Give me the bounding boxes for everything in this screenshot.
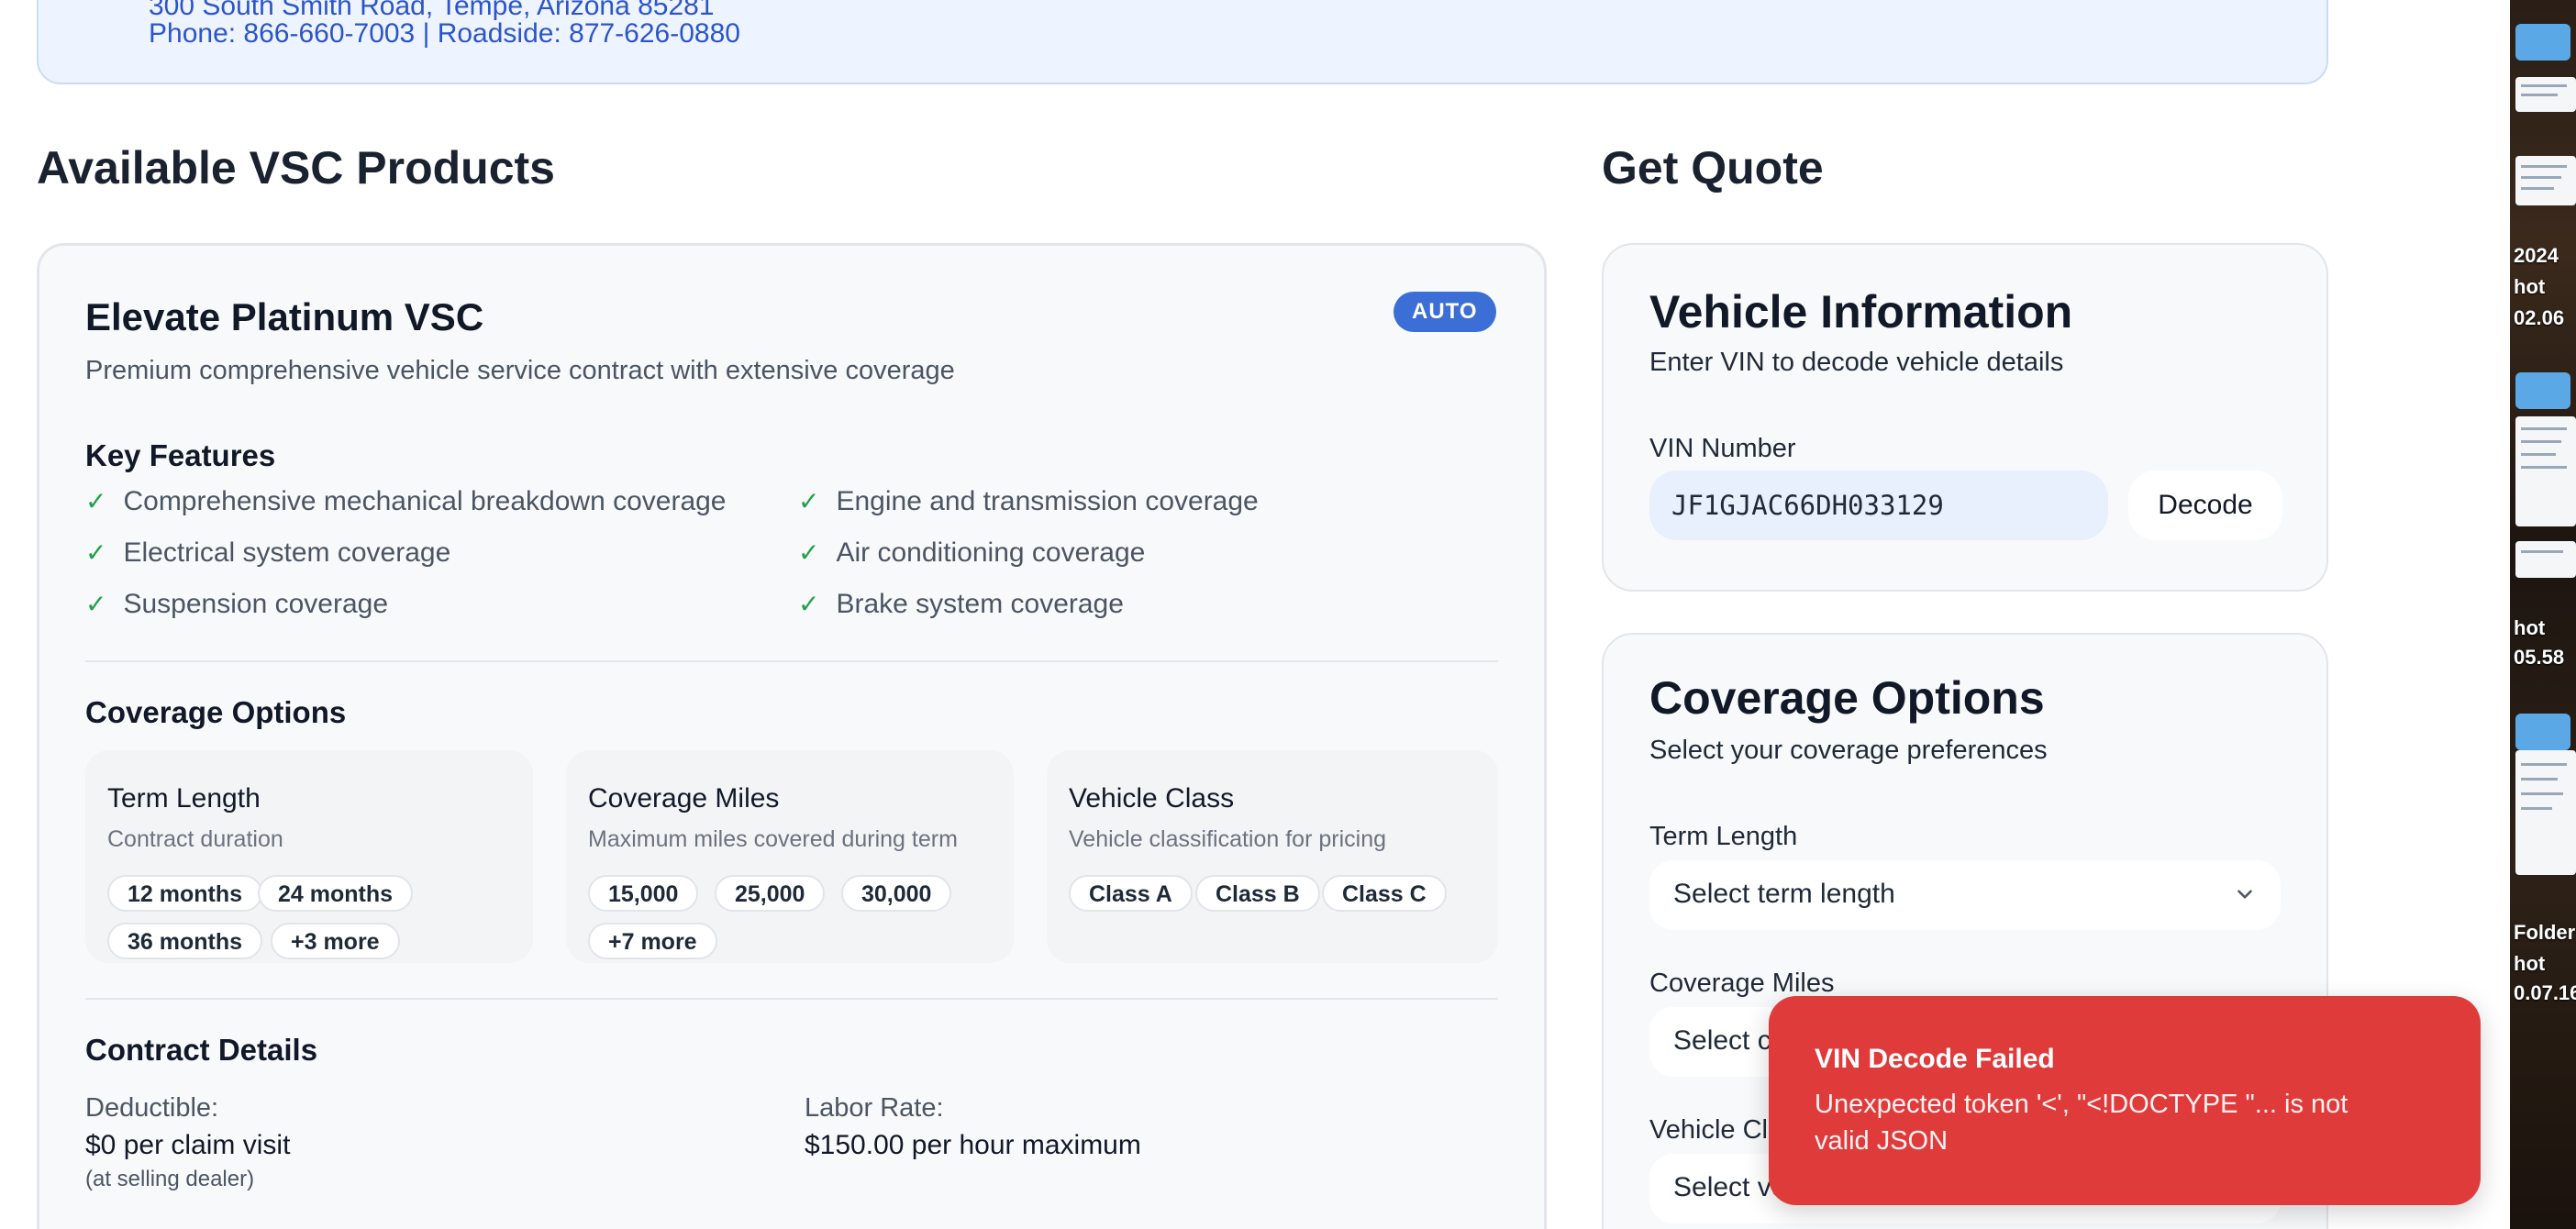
option-chip[interactable]: 24 months: [258, 875, 414, 912]
product-type-badge: AUTO: [1393, 292, 1496, 332]
folder-icon[interactable]: [2515, 714, 2570, 750]
option-chip-more[interactable]: +3 more: [271, 923, 400, 959]
toast-message: Unexpected token '<', "<!DOCTYPE "... is…: [1815, 1090, 2348, 1156]
product-description: Premium comprehensive vehicle service co…: [85, 356, 955, 385]
option-chip[interactable]: Class A: [1069, 875, 1193, 912]
dealer-info-banner: 300 South Smith Road, Tempe, Arizona 852…: [37, 0, 2328, 84]
desktop-file-label: 0.07.16: [2514, 981, 2576, 1004]
desktop-file-label: hot: [2514, 275, 2546, 298]
desktop-file-label: hot: [2514, 616, 2546, 639]
folder-icon[interactable]: [2515, 372, 2570, 409]
product-card[interactable]: Elevate Platinum VSC AUTO Premium compre…: [37, 243, 1547, 1229]
screenshot-thumbnail[interactable]: [2515, 541, 2576, 578]
check-icon: ✓: [798, 538, 820, 567]
option-subtitle: Maximum miles covered during term: [588, 826, 958, 852]
feature-item: ✓ Engine and transmission coverage: [798, 486, 1259, 516]
coverage-miles-placeholder: Select c: [1673, 1025, 1771, 1056]
folder-icon[interactable]: [2515, 24, 2570, 61]
coverage-options-heading: Coverage Options: [85, 695, 347, 729]
screenshot-thumbnail[interactable]: [2515, 77, 2576, 112]
check-icon: ✓: [85, 538, 107, 567]
check-icon: ✓: [798, 487, 820, 515]
screenshot-thumbnail[interactable]: [2515, 156, 2576, 205]
option-card-term-length: Term Length Contract duration 12 months …: [85, 750, 533, 963]
desktop-file-label: 02.06: [2514, 306, 2565, 329]
chevron-down-icon: [2237, 890, 2252, 899]
feature-item: ✓ Air conditioning coverage: [798, 537, 1146, 568]
option-chip[interactable]: 25,000: [715, 875, 826, 912]
option-chip[interactable]: 30,000: [841, 875, 952, 912]
feature-item: ✓ Suspension coverage: [85, 589, 388, 619]
quote-section-title: Get Quote: [1602, 142, 1824, 194]
screenshot-thumbnail[interactable]: [2515, 750, 2576, 875]
option-chip[interactable]: 12 months: [107, 875, 263, 912]
error-toast[interactable]: VIN Decode Failed Unexpected token '<', …: [1769, 996, 2481, 1205]
desktop-file-label: 2024: [2514, 244, 2559, 267]
section-divider: [85, 998, 1498, 1000]
option-subtitle: Vehicle classification for pricing: [1069, 826, 1386, 852]
key-features-list: ✓ Comprehensive mechanical breakdown cove…: [85, 486, 1516, 651]
option-chip[interactable]: 36 months: [107, 923, 263, 959]
deductible-label: Deductible:: [85, 1093, 219, 1123]
option-subtitle: Contract duration: [107, 826, 283, 852]
deductible-value: $0 per claim visit: [85, 1130, 291, 1160]
desktop-file-label: 05.58: [2514, 646, 2565, 669]
term-length-placeholder: Select term length: [1673, 879, 1895, 909]
feature-item: ✓ Brake system coverage: [798, 589, 1124, 619]
vehicle-info-subtitle: Enter VIN to decode vehicle details: [1649, 348, 2064, 377]
feature-item: ✓ Electrical system coverage: [85, 537, 451, 568]
vehicle-info-title: Vehicle Information: [1649, 286, 2073, 338]
option-chip[interactable]: Class C: [1322, 875, 1447, 912]
section-divider: [85, 660, 1498, 662]
vehicle-info-panel: Vehicle Information Enter VIN to decode …: [1602, 243, 2328, 592]
option-chip-more[interactable]: +7 more: [588, 923, 717, 959]
desktop-file-label: Folder: [2514, 921, 2576, 944]
option-chip[interactable]: Class B: [1195, 875, 1320, 912]
screenshot-thumbnail[interactable]: [2515, 416, 2576, 526]
decode-button[interactable]: Decode: [2128, 471, 2282, 540]
key-features-heading: Key Features: [85, 438, 276, 472]
dealer-phone-line: Phone: 866-660-7003 | Roadside: 877-626-…: [149, 18, 740, 49]
option-chip[interactable]: 15,000: [588, 875, 699, 912]
option-title: Term Length: [107, 783, 261, 814]
products-section-title: Available VSC Products: [37, 142, 555, 194]
desktop-file-label: hot: [2514, 952, 2546, 975]
option-card-vehicle-class: Vehicle Class Vehicle classification for…: [1047, 750, 1498, 963]
term-length-select[interactable]: Select term length: [1649, 860, 2281, 930]
check-icon: ✓: [85, 487, 107, 515]
product-name: Elevate Platinum VSC: [85, 295, 484, 338]
coverage-panel-subtitle: Select your coverage preferences: [1649, 736, 2048, 765]
labor-rate-value: $150.00 per hour maximum: [805, 1130, 1141, 1160]
toast-title: VIN Decode Failed: [1815, 1044, 2055, 1074]
deductible-note: (at selling dealer): [85, 1167, 255, 1191]
contract-details-heading: Contract Details: [85, 1033, 318, 1067]
check-icon: ✓: [798, 590, 820, 618]
desktop-background: 2024 hot 02.06 hot 05.58 Folder hot 0.07…: [2510, 0, 2576, 1229]
option-title: Coverage Miles: [588, 783, 780, 814]
vin-label: VIN Number: [1649, 434, 1796, 463]
option-title: Vehicle Class: [1069, 783, 1235, 814]
feature-item: ✓ Comprehensive mechanical breakdown cove…: [85, 486, 727, 516]
vehicle-class-label: Vehicle Cl: [1649, 1115, 1768, 1145]
vin-input[interactable]: [1649, 471, 2108, 540]
check-icon: ✓: [85, 590, 107, 618]
labor-rate-label: Labor Rate:: [805, 1093, 944, 1123]
coverage-panel-title: Coverage Options: [1649, 672, 2045, 724]
app-window: 300 South Smith Road, Tempe, Arizona 852…: [0, 0, 2510, 1229]
option-card-coverage-miles: Coverage Miles Maximum miles covered dur…: [566, 750, 1014, 963]
coverage-miles-label: Coverage Miles: [1649, 969, 1835, 998]
term-length-label: Term Length: [1649, 822, 1798, 851]
